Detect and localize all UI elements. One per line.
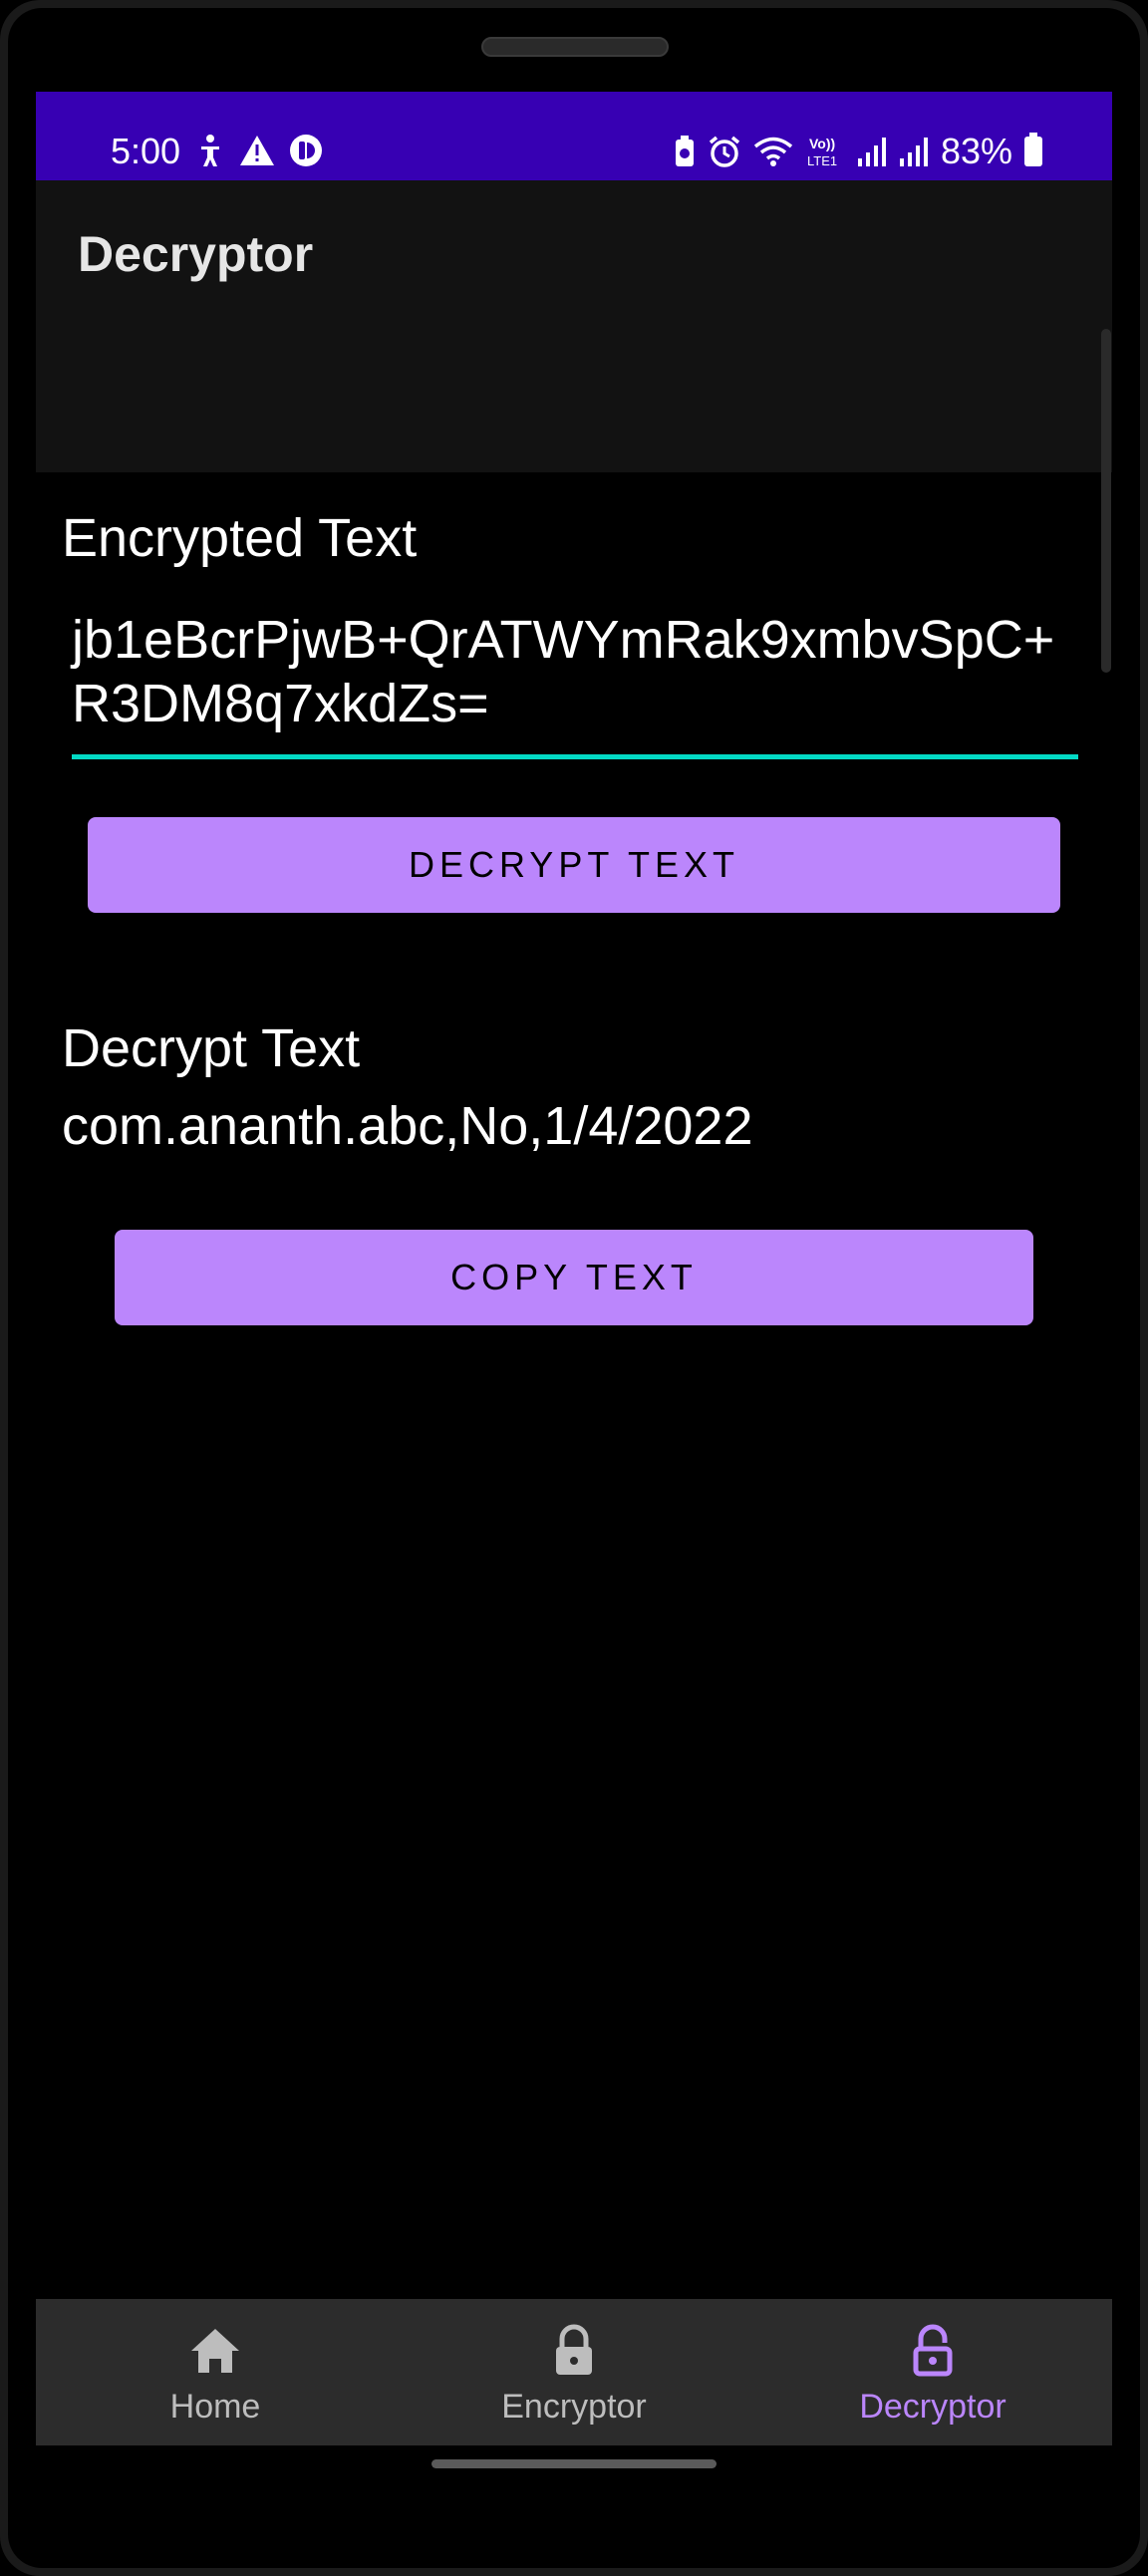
status-right-group: Vo)) LTE1 83%	[674, 132, 1042, 171]
home-indicator[interactable]	[431, 2459, 717, 2468]
copy-text-button[interactable]: COPY TEXT	[115, 1230, 1033, 1325]
decrypt-text-button[interactable]: DECRYPT TEXT	[88, 817, 1060, 913]
alarm-icon	[709, 136, 740, 167]
media-icon	[290, 135, 322, 166]
volte-icon: Vo)) LTE1	[807, 136, 837, 168]
nav-item-decryptor[interactable]: Decryptor	[753, 2299, 1112, 2445]
bottom-navigation: Home Encryptor Decryptor	[36, 2299, 1112, 2445]
scrollbar[interactable]	[1101, 329, 1111, 673]
signal-icon	[899, 138, 928, 166]
status-bar: 5:00 Vo)) LTE1 83%	[36, 92, 1112, 180]
encrypted-text-label: Encrypted Text	[62, 508, 418, 568]
accessibility-icon	[201, 135, 219, 166]
nav-item-home[interactable]: Home	[36, 2299, 395, 2445]
encrypted-text-input[interactable]: jb1eBcrPjwB+QrATWYmRak9xmbvSpC+R3DM8q7xk…	[72, 608, 1078, 759]
battery-percent: 83%	[940, 131, 1012, 171]
home-icon	[191, 2329, 239, 2373]
screen: 5:00 Vo)) LTE1 83% Decryptor Encrypted T…	[36, 92, 1112, 2445]
page-title: Decryptor	[78, 226, 314, 282]
battery-icon	[1024, 133, 1042, 166]
nav-item-label: Decryptor	[859, 2388, 1006, 2426]
svg-text:LTE1: LTE1	[807, 153, 837, 168]
decrypted-text-value: com.ananth.abc,No,1/4/2022	[62, 1096, 753, 1156]
signal-icon	[857, 138, 886, 166]
battery-saver-icon	[675, 136, 694, 166]
warning-icon	[240, 136, 274, 165]
status-time: 5:00	[111, 131, 181, 171]
device-frame: 5:00 Vo)) LTE1 83% Decryptor Encrypted T…	[0, 0, 1148, 2576]
wifi-icon	[753, 137, 793, 166]
unlock-icon	[913, 2324, 953, 2377]
nav-item-label: Home	[169, 2388, 261, 2426]
svg-text:Vo)): Vo))	[809, 136, 835, 151]
lock-icon	[556, 2324, 592, 2375]
status-left-icons	[195, 134, 323, 167]
nav-item-label: Encryptor	[501, 2388, 647, 2426]
decrypt-text-label: Decrypt Text	[62, 1018, 361, 1078]
speaker-grille	[481, 37, 669, 57]
app-bar: Decryptor	[36, 180, 1112, 472]
nav-item-encryptor[interactable]: Encryptor	[395, 2299, 753, 2445]
